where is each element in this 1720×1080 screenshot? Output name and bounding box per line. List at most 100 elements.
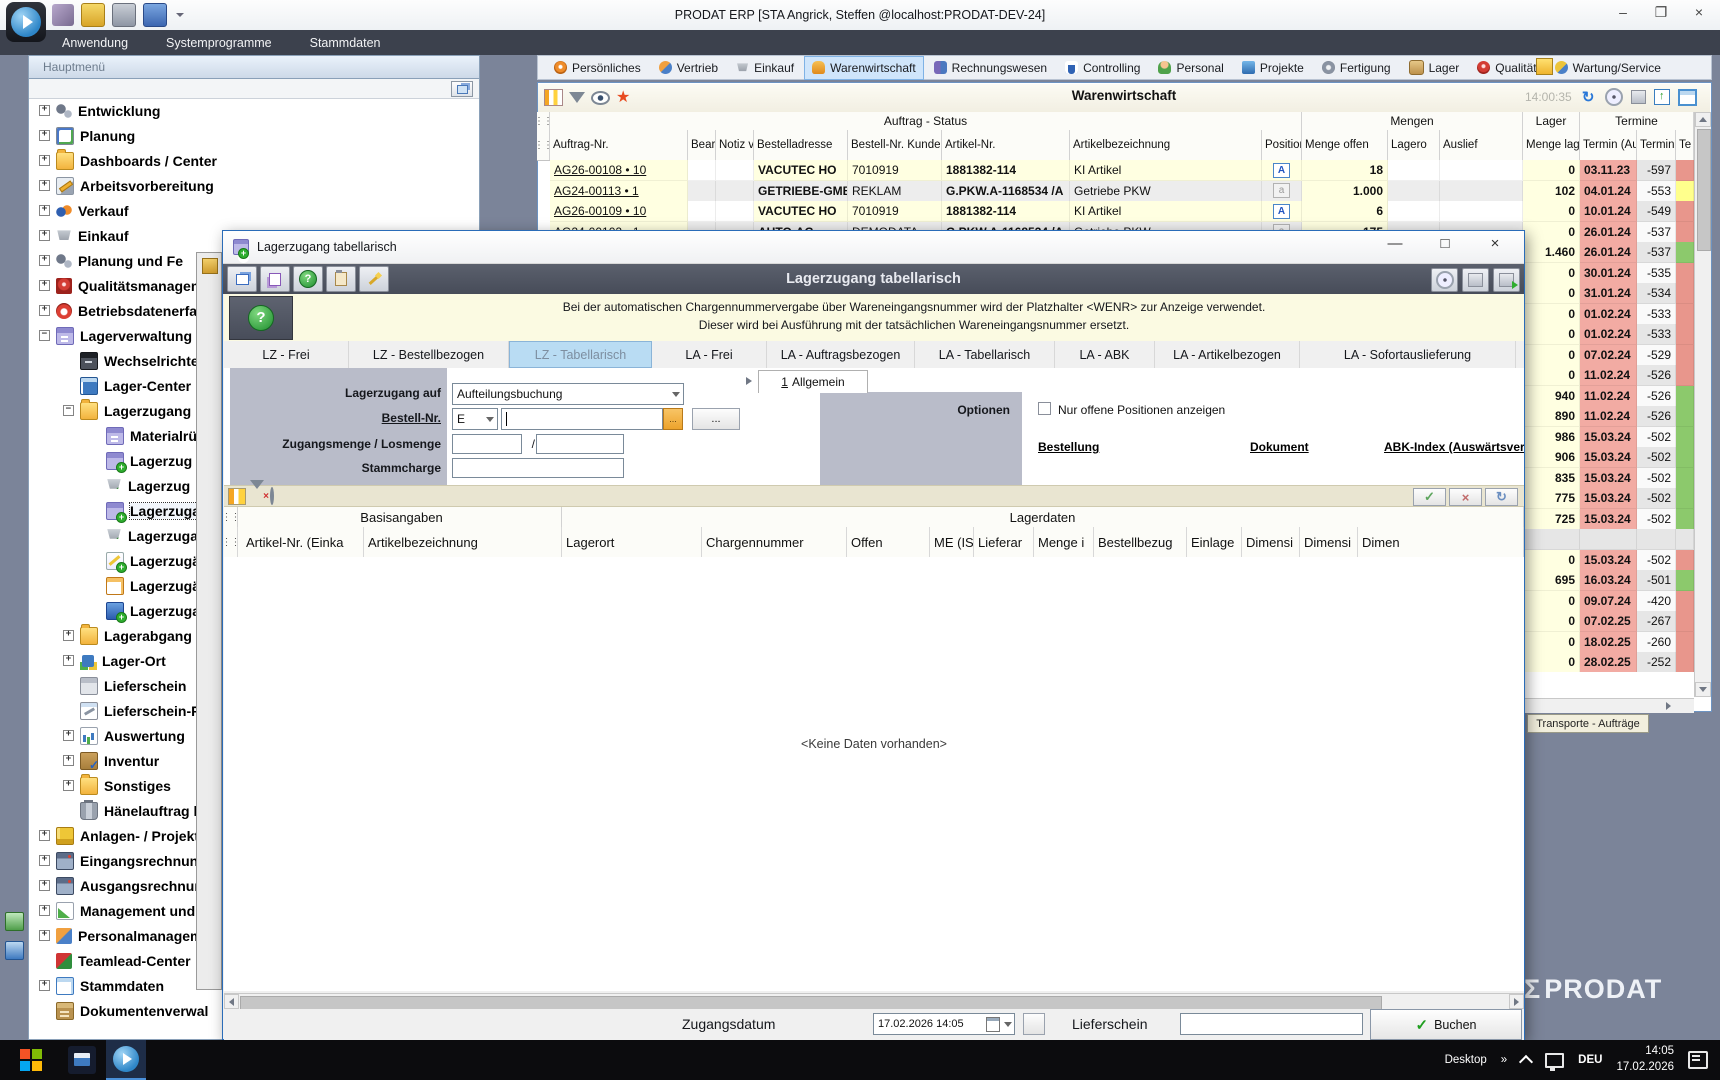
sidebar-item-planungundfe[interactable]: + Planung und Fe [39,248,183,273]
column-header[interactable]: Artikelbezeichnung [1070,130,1262,160]
expand-icon[interactable]: + [39,855,50,866]
sidebar-item-auswertung[interactable]: + Auswertung [63,723,185,748]
dialog-tab-lasofortauslieferung[interactable]: LA - Sofortauslieferung [1300,341,1516,368]
clock-icon[interactable] [1431,268,1458,292]
table-row[interactable]: AG26-00108 • 10 VACUTEC HO 7010919 1881382-… [537,160,1694,181]
clock-datetime[interactable]: 14:05 17.02.2026 [1616,1044,1674,1075]
sidebar-item-dashboardscenter[interactable]: + Dashboards / Center [39,148,217,173]
desktop-mini-icon-2[interactable] [5,941,24,960]
sidebar-item-lagerabgang[interactable]: + Lagerabgang [63,623,192,648]
expand-icon[interactable]: + [63,730,74,741]
refresh-icon[interactable]: ↻ [1580,89,1597,106]
column-header[interactable]: Menge i [1034,527,1094,557]
column-header[interactable]: Bear [688,130,716,160]
table-row[interactable]: AG24-00113 • 1 GETRIEBE-GMBHREKLAMG.PKW.A… [537,180,1694,202]
sidebar-item-betriebsdatenerfass[interactable]: + Betriebsdatenerfass [39,298,213,323]
tab-lager[interactable]: Lager [1401,56,1468,80]
reload-button[interactable]: ↻ [1485,488,1518,506]
column-header[interactable]: Termin [1637,130,1676,160]
expand-icon[interactable]: + [39,305,50,316]
sidebar-item-inventur[interactable]: + Inventur [63,748,159,773]
notebook-icon[interactable] [81,3,105,27]
column-header[interactable]: ME (ISC [930,527,974,557]
sidebar-item-hänelauftraglös[interactable]: Hänelauftrag lös [63,798,214,823]
dialog-tab-lztabellarisch[interactable]: LZ - Tabellarisch [509,341,652,368]
taskbar-app-icon[interactable] [68,1046,96,1074]
table-row[interactable]: AG26-00109 • 10 VACUTEC HO 7010919 1881382-… [537,201,1694,222]
column-header[interactable]: Menge offen [1302,130,1388,160]
dialog-tab-latabellarisch[interactable]: LA - Tabellarisch [915,341,1055,368]
category-extra-icon[interactable] [1536,58,1553,75]
losmenge-input[interactable] [536,434,624,454]
window-copy-icon[interactable] [227,266,257,292]
bestellnr-input[interactable] [501,408,663,430]
expand-icon[interactable]: + [39,830,50,841]
tab-controlling[interactable]: Controlling [1057,56,1148,80]
desktop-mini-icon-1[interactable] [5,912,24,931]
keyboard-language[interactable]: DEU [1578,1054,1602,1066]
eye-icon[interactable] [270,486,286,505]
overflow-chevron[interactable]: » [1501,1054,1507,1066]
green-up-icon[interactable]: ↑ [1653,89,1670,105]
dialog-titlebar[interactable]: Lagerzugang tabellarisch [223,231,1524,264]
minimize-button[interactable]: – [1612,4,1634,21]
sidebar-item-managementundc[interactable]: + Management und C [39,898,209,923]
tab-rechnungswesen[interactable]: Rechnungswesen [926,56,1055,80]
expand-icon[interactable]: + [39,905,50,916]
tab-allgemein[interactable]: 1 Allgemein [758,370,868,393]
column-header[interactable]: Notiz v [716,130,754,160]
positions-doc-icon[interactable]: A [1273,203,1290,219]
tab-personal[interactable]: Personal [1150,56,1231,80]
collapsed-panel[interactable] [196,252,222,990]
cube-run-icon[interactable] [1493,268,1520,292]
expand-icon[interactable]: + [39,155,50,166]
transporte-auftraege-tab[interactable]: Transporte - Aufträge [1527,714,1649,733]
expand-icon[interactable]: + [39,205,50,216]
collapse-icon[interactable]: − [39,330,50,341]
lagerzugang-auf-select[interactable]: Aufteilungsbuchung [452,383,684,405]
dokument-link[interactable]: Dokument [1250,440,1309,454]
sidebar-item-verkauf[interactable]: + Verkauf [39,198,129,223]
tab-wartungservice[interactable]: Wartung/Service [1547,56,1669,80]
expand-icon[interactable]: + [63,630,74,641]
dialog-horizontal-scrollbar[interactable] [224,993,1524,1010]
column-header[interactable]: Menge lage [1523,130,1580,160]
menu-stammdaten[interactable]: Stammdaten [310,36,381,50]
cube-icon[interactable] [1462,268,1489,292]
collapse-icon[interactable]: − [63,405,74,416]
filter-clear-icon[interactable] [250,479,266,504]
column-header[interactable]: Lagero [1388,130,1440,160]
dialog-close-button[interactable]: × [1482,235,1508,252]
confirm-button[interactable]: ✓ [1413,488,1446,506]
expand-icon[interactable]: + [39,230,50,241]
database-icon[interactable] [143,3,167,27]
scroll-down-button[interactable] [1695,682,1711,697]
lock-icon[interactable] [112,3,136,27]
buchen-button[interactable]: ✓ Buchen [1370,1009,1522,1040]
expand-icon[interactable]: + [39,980,50,991]
column-grid-icon[interactable] [228,487,246,505]
tray-expand-icon[interactable] [1519,1054,1534,1070]
column-header[interactable]: Dimensi [1242,527,1300,557]
sidebar-item-lagerzug[interactable]: Lagerzug [89,473,190,498]
abk-index-link[interactable]: ABK-Index (Auswärtsverg [1384,440,1524,454]
menu-systemprogramme[interactable]: Systemprogramme [166,36,272,50]
cube-icon[interactable] [1630,90,1646,104]
tab-warenwirtschaft[interactable]: Warenwirtschaft [804,55,924,80]
close-button[interactable]: × [1688,4,1710,21]
star-icon[interactable]: ★ [616,90,630,106]
sidebar-item-eingangsrechnunge[interactable]: + Eingangsrechnunge [39,848,215,873]
filter-icon[interactable] [569,92,585,103]
sidebar-item-lagerverwaltung[interactable]: − Lagerverwaltung [39,323,192,348]
taskbar-prodat-icon[interactable] [106,1040,146,1080]
expand-icon[interactable]: + [39,255,50,266]
sidebar-item-lagerzugang[interactable]: − Lagerzugang [63,398,191,423]
sidebar-item-personalmanageme[interactable]: + Personalmanageme [39,923,210,948]
windows-start-button[interactable] [20,1049,42,1071]
expand-icon[interactable]: + [39,930,50,941]
sidebar-item-ausgangsrechnung[interactable]: + Ausgangsrechnung [39,873,211,898]
help-icon[interactable]: ? [293,266,323,292]
column-header[interactable]: Chargennummer [702,527,847,557]
dialog-tab-laartikelbezogen[interactable]: LA - Artikelbezogen [1155,341,1300,368]
desktop-label[interactable]: Desktop [1445,1054,1487,1066]
